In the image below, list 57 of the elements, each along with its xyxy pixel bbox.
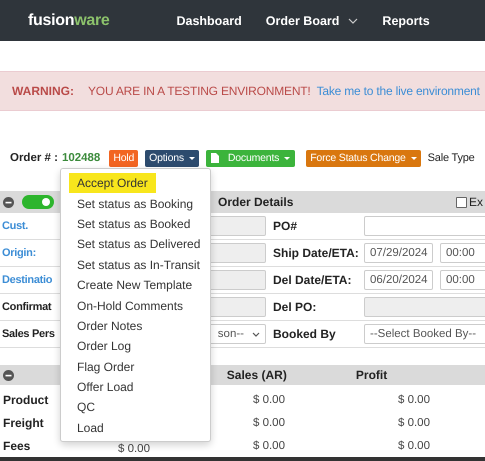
dropdown-button[interactable]: Options <box>145 150 199 166</box>
sale-type-label: Sale Type <box>428 152 475 164</box>
table-cell-text: $ 0.00 <box>118 443 151 457</box>
chevron-down-icon <box>348 18 358 24</box>
row-label: Fees <box>2 438 30 452</box>
field-label: Ship Date/ETA: <box>272 246 359 260</box>
checkbox-label: Ex <box>468 195 483 209</box>
row-label: Product <box>2 392 48 406</box>
checkbox[interactable] <box>456 196 467 208</box>
warning-message: YOU ARE IN A TESTING ENVIRONMENT! <box>88 84 311 98</box>
logo: fusionware <box>28 12 110 30</box>
table-cell-text: $ 0.00 <box>398 394 431 406</box>
collapse-icon <box>3 370 14 380</box>
column-header: Sales (AR) <box>226 368 288 382</box>
menu-item[interactable]: Offer Load <box>61 376 210 398</box>
field-label: Del PO: <box>272 300 316 314</box>
select-field[interactable]: --Select Booked By-- <box>364 324 485 344</box>
column-header: Profit <box>356 368 388 382</box>
menu-item[interactable]: Set status as Booking <box>61 193 210 214</box>
table-cell-text: $ 0.00 <box>398 416 431 428</box>
nav-link[interactable]: Reports <box>382 14 430 28</box>
collapse-icon <box>3 196 14 208</box>
field-label: Sales Pers <box>1 328 55 340</box>
nav-link[interactable]: Order Board <box>266 14 358 28</box>
menu-item[interactable]: Load <box>61 418 210 438</box>
order-number: 102488 <box>62 152 100 164</box>
toggle-switch[interactable] <box>22 195 54 209</box>
time-field[interactable]: 00:00 <box>440 243 485 263</box>
menu-item[interactable]: QC <box>61 397 210 418</box>
menu-item[interactable]: Flag Order <box>61 356 210 377</box>
order-number-label: Order # : <box>10 152 58 164</box>
document-icon <box>210 153 219 163</box>
menu-item[interactable]: Create New Template <box>61 274 210 296</box>
table-cell-text: $ 0.00 <box>253 440 286 452</box>
field-label: Booked By <box>272 327 336 341</box>
chevron-down-icon <box>252 332 260 336</box>
field-link[interactable]: Destinatio <box>0 274 52 286</box>
panel-title: Order Details <box>218 195 294 209</box>
table-cell-text: $ 0.00 <box>398 440 431 452</box>
field-label: Del Date/ETA: <box>272 273 352 287</box>
warning-label: WARNING: <box>12 84 74 98</box>
menu-item[interactable]: Set status as In-Transit <box>61 254 210 275</box>
menu-item[interactable]: Set status as Booked <box>61 214 210 234</box>
field-label: Confirmat <box>1 301 52 313</box>
time-field[interactable]: 00:00 <box>440 270 485 290</box>
date-field[interactable]: 07/29/2024 <box>364 243 433 263</box>
table-cell-text: $ 0.00 <box>253 394 286 406</box>
field-link[interactable]: Cust. <box>0 220 28 232</box>
nav-link[interactable]: Dashboard <box>176 14 242 28</box>
table-cell-text: $ 0.00 <box>253 416 286 428</box>
menu-item[interactable]: Set status as Delivered <box>61 234 210 255</box>
field-label: PO# <box>272 219 298 233</box>
input-field[interactable] <box>364 216 485 236</box>
menu-item[interactable]: On-Hold Comments <box>61 295 210 316</box>
field-link[interactable]: Origin: <box>0 247 36 259</box>
date-field[interactable]: 06/20/2024 <box>364 270 433 290</box>
row-label: Freight <box>2 416 44 430</box>
